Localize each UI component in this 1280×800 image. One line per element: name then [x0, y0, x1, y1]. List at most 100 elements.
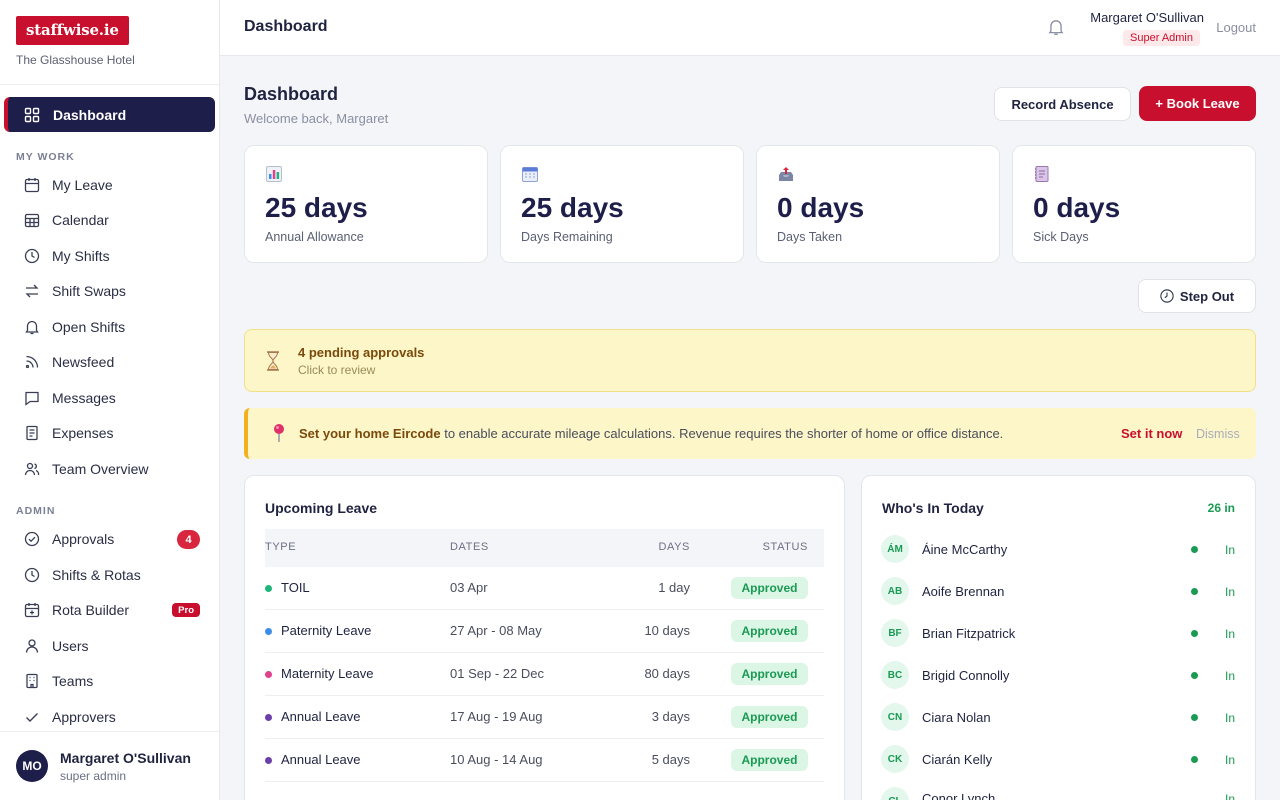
rss-icon — [25, 355, 39, 369]
set-eircode-link[interactable]: Set it now — [1121, 426, 1182, 441]
sidebar-item-my-leave[interactable]: My Leave — [24, 173, 200, 197]
sidebar-item-users[interactable]: Users — [24, 634, 200, 658]
upcoming-leave-title: Upcoming Leave — [265, 500, 378, 516]
leave-type: Paternity Leave — [281, 623, 372, 638]
pushpin-icon — [274, 424, 284, 442]
avatar: CL — [881, 787, 909, 800]
list-item[interactable]: BF Brian Fitzpatrick In — [881, 619, 1237, 649]
calendar-icon — [24, 178, 40, 193]
sidebar-item-label: Calendar — [52, 212, 109, 228]
table-row[interactable]: Maternity Leave 01 Sep - 22 Dec 80 days … — [265, 653, 824, 696]
whos-in-count: 26 in — [1207, 501, 1235, 515]
leave-type: Maternity Leave — [281, 666, 374, 681]
leave-days: 80 days — [644, 666, 690, 681]
record-absence-button[interactable]: Record Absence — [994, 87, 1131, 121]
notebook-icon — [1035, 166, 1049, 182]
person-name: Brigid Connolly — [922, 668, 1010, 683]
sidebar-item-expenses[interactable]: Expenses — [24, 421, 200, 445]
list-item[interactable]: CK Ciarán Kelly In — [881, 745, 1237, 775]
stat-value: 25 days — [265, 192, 368, 223]
sidebar-item-messages[interactable]: Messages — [24, 386, 200, 410]
sidebar-item-shift-swaps[interactable]: Shift Swaps — [24, 279, 200, 303]
leave-dates: 01 Sep - 22 Dec — [450, 666, 544, 681]
sidebar-item-label: Newsfeed — [52, 354, 115, 370]
eircode-message-text: to enable accurate mileage calculations.… — [440, 426, 1004, 441]
status-badge: Approved — [731, 706, 808, 728]
whos-in-title: Who's In Today — [882, 500, 984, 516]
sidebar-item-label: Approvers — [52, 709, 116, 725]
sidebar-item-newsfeed[interactable]: Newsfeed — [24, 350, 200, 374]
person-status: In — [1224, 792, 1235, 800]
person-name: Áine McCarthy — [922, 542, 1008, 557]
eircode-banner: Set your home Eircode to enable accurate… — [244, 408, 1256, 459]
avatar: CK — [881, 745, 909, 773]
message-icon — [25, 391, 39, 406]
stat-card-sick-days: 0 days Sick Days — [1012, 145, 1256, 263]
notification-bell-icon[interactable] — [1047, 18, 1065, 36]
dismiss-link[interactable]: Dismiss — [1196, 427, 1240, 441]
stopwatch-icon — [1160, 289, 1174, 303]
sidebar-item-teams[interactable]: Teams — [24, 669, 200, 693]
step-out-button[interactable]: Step Out — [1138, 279, 1256, 313]
sidebar-item-team-overview[interactable]: Team Overview — [24, 457, 200, 481]
avatar: CN — [881, 703, 909, 731]
pro-badge: Pro — [172, 603, 200, 617]
book-leave-button[interactable]: + Book Leave — [1139, 86, 1256, 121]
leave-days: 10 days — [644, 623, 690, 638]
sidebar: staffwise.ie The Glasshouse Hotel Dashbo… — [0, 0, 220, 800]
role-badge: Super Admin — [1123, 30, 1200, 46]
pending-approvals-banner[interactable]: 4 pending approvals Click to review — [244, 329, 1256, 392]
calendar-grid-icon — [24, 213, 40, 228]
building-icon — [26, 673, 38, 689]
eircode-message-bold: Set your home Eircode — [299, 426, 441, 441]
top-bar: Dashboard Margaret O'Sullivan Super Admi… — [220, 0, 1280, 56]
sidebar-item-approvals[interactable]: Approvals 4 — [24, 527, 200, 551]
current-user-panel[interactable]: MO Margaret O'Sullivan super admin — [0, 731, 219, 800]
sidebar-item-rota-builder[interactable]: Rota Builder Pro — [24, 598, 200, 622]
list-item[interactable]: CL Conor Lynch In — [881, 787, 1237, 800]
header-user-name[interactable]: Margaret O'Sullivan — [1090, 10, 1204, 25]
stat-label: Days Taken — [777, 230, 843, 244]
list-item[interactable]: AB Aoife Brennan In — [881, 577, 1237, 607]
sidebar-item-open-shifts[interactable]: Open Shifts — [24, 315, 200, 339]
avatar: AB — [881, 577, 909, 605]
table-row[interactable]: Annual Leave 10 Aug - 14 Aug 5 days Appr… — [265, 739, 824, 782]
stat-card-days-remaining: 25 days Days Remaining — [500, 145, 744, 263]
list-item[interactable]: BC Brigid Connolly In — [881, 661, 1237, 691]
step-out-label: Step Out — [1179, 288, 1235, 304]
sidebar-item-label: My Shifts — [52, 248, 110, 264]
current-user-name: Margaret O'Sullivan — [60, 749, 191, 766]
person-status: In — [1224, 627, 1235, 641]
avatar: ÁM — [881, 535, 909, 563]
person-name: Ciarán Kelly — [922, 752, 993, 767]
outbox-icon — [779, 167, 793, 181]
table-row[interactable]: TOIL 03 Apr 1 day Approved — [265, 567, 824, 610]
leave-type: TOIL — [281, 580, 310, 595]
list-item[interactable]: ÁM Áine McCarthy In — [881, 535, 1237, 565]
sidebar-item-shifts-rotas[interactable]: Shifts & Rotas — [24, 563, 200, 587]
sidebar-item-label: Team Overview — [52, 461, 149, 477]
sidebar-item-my-shifts[interactable]: My Shifts — [24, 244, 200, 268]
pending-approvals-title: 4 pending approvals — [298, 345, 425, 360]
section-label-my-work: MY WORK — [16, 151, 75, 163]
avatar: BF — [881, 619, 909, 647]
check-circle-icon — [24, 531, 40, 547]
sidebar-item-approvers[interactable]: Approvers — [24, 705, 200, 729]
table-row[interactable]: Annual Leave 17 Aug - 19 Aug 3 days Appr… — [265, 696, 824, 739]
status-dot — [1191, 756, 1198, 763]
staffwise-logo[interactable]: staffwise.ie — [16, 16, 129, 45]
table-row[interactable]: Paternity Leave 27 Apr - 08 May 10 days … — [265, 610, 824, 653]
bar-chart-icon — [266, 166, 282, 182]
list-item[interactable]: CN Ciara Nolan In — [881, 703, 1237, 733]
user-icon — [25, 639, 39, 653]
sidebar-item-label: Messages — [52, 390, 116, 406]
sidebar-item-dashboard[interactable]: Dashboard — [4, 97, 215, 132]
stat-value: 0 days — [777, 192, 865, 223]
person-name: Ciara Nolan — [922, 710, 991, 725]
welcome-message: Welcome back, Margaret — [244, 111, 389, 126]
approvals-count-badge: 4 — [177, 530, 200, 549]
logout-link[interactable]: Logout — [1216, 20, 1256, 35]
clock-icon — [24, 248, 40, 264]
sidebar-item-calendar[interactable]: Calendar — [24, 208, 200, 232]
person-status: In — [1224, 669, 1235, 683]
